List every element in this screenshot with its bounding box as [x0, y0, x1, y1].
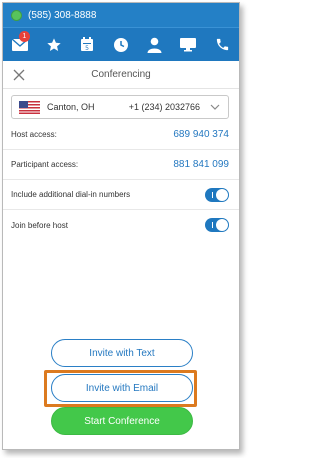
host-access-label: Host access: — [11, 130, 57, 139]
phone-icon — [216, 38, 228, 51]
presence-status-icon[interactable] — [11, 9, 22, 21]
location-city: Canton, OH — [47, 102, 95, 112]
messages-count-badge: 1 — [18, 30, 30, 42]
us-flag-icon — [19, 100, 40, 114]
dial-in-label: Include additional dial-in numbers — [11, 190, 131, 199]
toggle-knob — [216, 188, 228, 201]
page-title: Conferencing — [91, 69, 151, 80]
status-bar: (585) 308-8888 — [3, 3, 239, 27]
svg-text:5: 5 — [85, 45, 89, 52]
location-dropdown[interactable]: Canton, OH +1 (234) 2032766 — [11, 95, 229, 119]
calendar-tab[interactable]: 5 — [76, 34, 98, 56]
participant-access-label: Participant access: — [11, 160, 79, 169]
contacts-tab[interactable] — [144, 34, 166, 56]
user-phone-number: (585) 308-8888 — [28, 9, 97, 21]
calendar-icon: 5 — [81, 37, 94, 52]
app-window: (585) 308-8888 1 5 Conferencing Canton, … — [2, 2, 240, 450]
chevron-down-icon — [210, 104, 220, 110]
favorites-tab[interactable] — [43, 34, 65, 56]
nav-bar: 1 5 — [3, 27, 239, 61]
calls-tab[interactable] — [211, 34, 233, 56]
participant-access-code[interactable]: 881 841 099 — [173, 159, 231, 170]
toggle-on-mark — [212, 222, 213, 228]
host-access-row: Host access: 689 940 374 — [3, 120, 239, 150]
dial-in-phone: +1 (234) 2032766 — [128, 102, 200, 112]
host-access-code[interactable]: 689 940 374 — [173, 129, 231, 140]
invite-with-email-button[interactable]: Invite with Email — [51, 374, 193, 402]
star-icon — [46, 37, 61, 51]
dial-in-row: Include additional dial-in numbers — [3, 180, 239, 210]
dial-in-toggle[interactable] — [205, 187, 229, 202]
join-before-host-toggle[interactable] — [205, 218, 229, 232]
page-header: Conferencing — [3, 61, 239, 89]
messages-tab[interactable]: 1 — [9, 30, 31, 56]
invite-with-text-button[interactable]: Invite with Text — [51, 339, 193, 367]
participant-access-row: Participant access: 881 841 099 — [3, 150, 239, 180]
monitor-icon — [180, 38, 197, 52]
toggle-on-mark — [212, 191, 213, 198]
clock-icon — [113, 37, 128, 52]
toggle-knob — [216, 219, 228, 231]
join-before-host-row: Join before host — [3, 210, 239, 240]
person-icon — [147, 37, 162, 53]
meetings-tab[interactable] — [177, 34, 199, 56]
start-conference-button[interactable]: Start Conference — [51, 407, 193, 435]
history-tab[interactable] — [110, 34, 132, 56]
join-before-host-label: Join before host — [11, 220, 68, 230]
